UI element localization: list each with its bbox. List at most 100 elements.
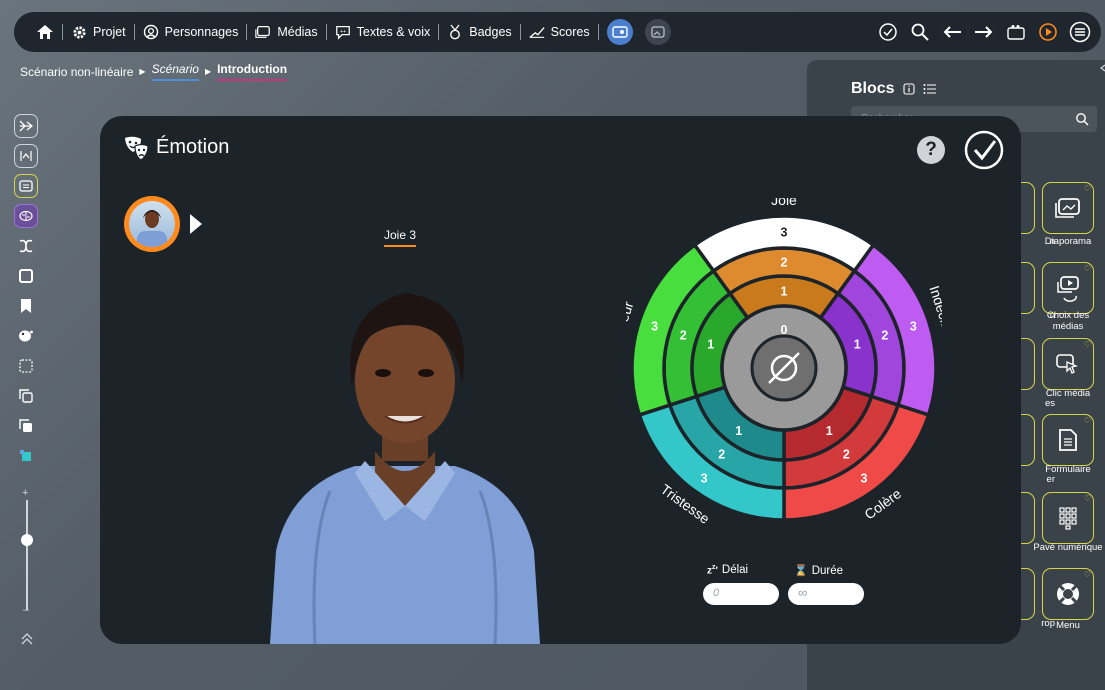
palette-tool-button[interactable] bbox=[14, 324, 38, 348]
chevron-left-icon[interactable] bbox=[1100, 64, 1105, 72]
media-choice-icon bbox=[1057, 276, 1079, 302]
block-tile-pave-numerique-label: Pavé numérique bbox=[1033, 542, 1103, 553]
emotion-wheel[interactable]: 123Joie123 Indécision123Colère123Tristess… bbox=[626, 198, 942, 528]
menu-scores-label: Scores bbox=[550, 25, 590, 39]
favorite-icon[interactable]: ♡ bbox=[1084, 340, 1091, 349]
block-tile-partial[interactable] bbox=[1021, 262, 1035, 314]
variable-tool-button[interactable] bbox=[14, 144, 38, 168]
block-tile-pave-numerique[interactable]: ♡ bbox=[1042, 492, 1094, 544]
main-toolbar: Projet Personnages Médias ++ Textes & vo… bbox=[14, 12, 1101, 52]
media-view-button[interactable] bbox=[644, 19, 671, 45]
duration-label-group: ⌛ Durée bbox=[794, 564, 844, 578]
message-tool-button[interactable] bbox=[14, 174, 38, 198]
zoom-in-icon[interactable]: + bbox=[22, 487, 28, 499]
breadcrumb-scenario[interactable]: Scénario bbox=[151, 62, 199, 81]
menu-medias[interactable]: Médias bbox=[247, 24, 325, 40]
palette-icon bbox=[19, 330, 33, 342]
character-next-arrow-icon[interactable] bbox=[190, 214, 202, 234]
validate-button[interactable] bbox=[877, 21, 899, 43]
search-icon bbox=[1076, 113, 1089, 126]
delay-input[interactable]: 0 bbox=[703, 583, 779, 605]
home-icon bbox=[37, 25, 53, 39]
help-button[interactable]: ? bbox=[917, 136, 945, 164]
copy-tool-button[interactable] bbox=[14, 384, 38, 408]
paste-tool-button[interactable] bbox=[14, 414, 38, 438]
block-tile-diaporama[interactable]: ♡ bbox=[1042, 182, 1094, 234]
search-icon bbox=[911, 23, 929, 41]
block-tile-partial[interactable] bbox=[1021, 492, 1035, 544]
play-circle-icon bbox=[1039, 23, 1057, 41]
favorite-icon[interactable]: ♡ bbox=[1084, 184, 1091, 193]
character-avatar[interactable] bbox=[124, 196, 180, 252]
scenario-icon bbox=[611, 26, 628, 38]
breadcrumb-root[interactable]: Scénario non-linéaire bbox=[20, 65, 133, 79]
preview-button[interactable] bbox=[1005, 21, 1027, 43]
frame-tool-button[interactable] bbox=[14, 264, 38, 288]
favorite-icon[interactable]: ♡ bbox=[1084, 264, 1091, 273]
collapse-up-button[interactable] bbox=[21, 632, 33, 651]
bookmark-tool-button[interactable] bbox=[14, 294, 38, 318]
select-tool-button[interactable] bbox=[14, 354, 38, 378]
duration-label: Durée bbox=[811, 564, 844, 577]
brain-tool-button[interactable] bbox=[14, 204, 38, 228]
block-tile-formulaire[interactable]: ♡ bbox=[1042, 414, 1094, 466]
script-tool-button[interactable] bbox=[14, 234, 38, 258]
scores-icon bbox=[529, 24, 545, 40]
favorite-icon[interactable]: ♡ bbox=[1084, 570, 1091, 579]
connect-tool-button[interactable] bbox=[14, 114, 38, 138]
character-icon bbox=[143, 24, 159, 40]
emotion-dialog: Émotion ? Joie 3 1 2 3 Joie 1 2 3 Indécision 1 2 3 bbox=[100, 116, 1021, 644]
info-icon[interactable] bbox=[903, 83, 915, 95]
zoom-slider-handle[interactable] bbox=[21, 534, 33, 546]
favorite-icon[interactable]: ♡ bbox=[1084, 416, 1091, 425]
wheel-level-label: 2 bbox=[843, 447, 850, 461]
dashed-select-icon bbox=[19, 359, 33, 373]
wheel-level-label: 1 bbox=[854, 338, 861, 352]
arrow-right-icon bbox=[975, 26, 993, 38]
wheel-level-label: 3 bbox=[781, 226, 788, 240]
menu-projet[interactable]: Projet bbox=[63, 24, 134, 40]
speech-icon: ++ bbox=[335, 24, 351, 40]
forward-button[interactable] bbox=[973, 21, 995, 43]
zoom-slider-track[interactable] bbox=[26, 500, 28, 610]
breadcrumb-arrow-icon: ▶ bbox=[139, 67, 146, 76]
block-tile-diaporama-label: Diaporama bbox=[1044, 236, 1092, 247]
search-button[interactable] bbox=[909, 21, 931, 43]
menu-scores[interactable]: Scores bbox=[521, 24, 598, 40]
wheel-level-label: 3 bbox=[701, 472, 708, 486]
block-tile-menu[interactable]: ♡ bbox=[1042, 568, 1094, 620]
breadcrumb-current: Introduction bbox=[217, 62, 288, 81]
double-chevron-up-icon bbox=[21, 633, 33, 645]
block-tile-menu-label: Menu bbox=[1056, 620, 1080, 631]
play-button[interactable] bbox=[1037, 21, 1059, 43]
delay-label: Délai bbox=[721, 564, 749, 577]
menu-textes-voix[interactable]: ++ Textes & voix bbox=[327, 24, 439, 40]
wheel-level-label: 1 bbox=[735, 424, 742, 438]
main-menu-button[interactable] bbox=[1069, 21, 1091, 43]
bookmark-icon bbox=[21, 299, 31, 313]
wheel-level-label: 3 bbox=[910, 319, 917, 333]
block-tile-partial[interactable] bbox=[1021, 182, 1035, 234]
home-button[interactable] bbox=[28, 24, 62, 40]
block-tile-partial[interactable] bbox=[1021, 568, 1035, 620]
duration-input[interactable]: ∞ bbox=[788, 583, 864, 605]
hamburger-icon bbox=[1069, 21, 1091, 43]
block-tile-partial[interactable] bbox=[1021, 338, 1035, 390]
menu-personnages[interactable]: Personnages bbox=[135, 24, 247, 40]
back-button[interactable] bbox=[941, 21, 963, 43]
menu-badges[interactable]: Badges bbox=[439, 24, 519, 40]
block-tile-clic-media[interactable]: ♡ bbox=[1042, 338, 1094, 390]
favorite-icon[interactable]: ♡ bbox=[1084, 494, 1091, 503]
toolbar-right-group bbox=[877, 21, 1091, 43]
confirm-check-icon[interactable] bbox=[964, 130, 1004, 170]
list-view-icon[interactable] bbox=[923, 83, 937, 95]
character-figure bbox=[270, 293, 540, 644]
scenario-view-button[interactable] bbox=[606, 19, 633, 45]
color-tool-button[interactable] bbox=[14, 444, 38, 468]
theater-masks-icon bbox=[125, 136, 149, 161]
function-icon bbox=[20, 151, 32, 161]
media-icon bbox=[255, 24, 271, 40]
block-tile-partial[interactable] bbox=[1021, 414, 1035, 466]
block-tile-choix-medias[interactable]: ♡ bbox=[1042, 262, 1094, 314]
zoom-out-icon[interactable]: – bbox=[23, 604, 29, 616]
